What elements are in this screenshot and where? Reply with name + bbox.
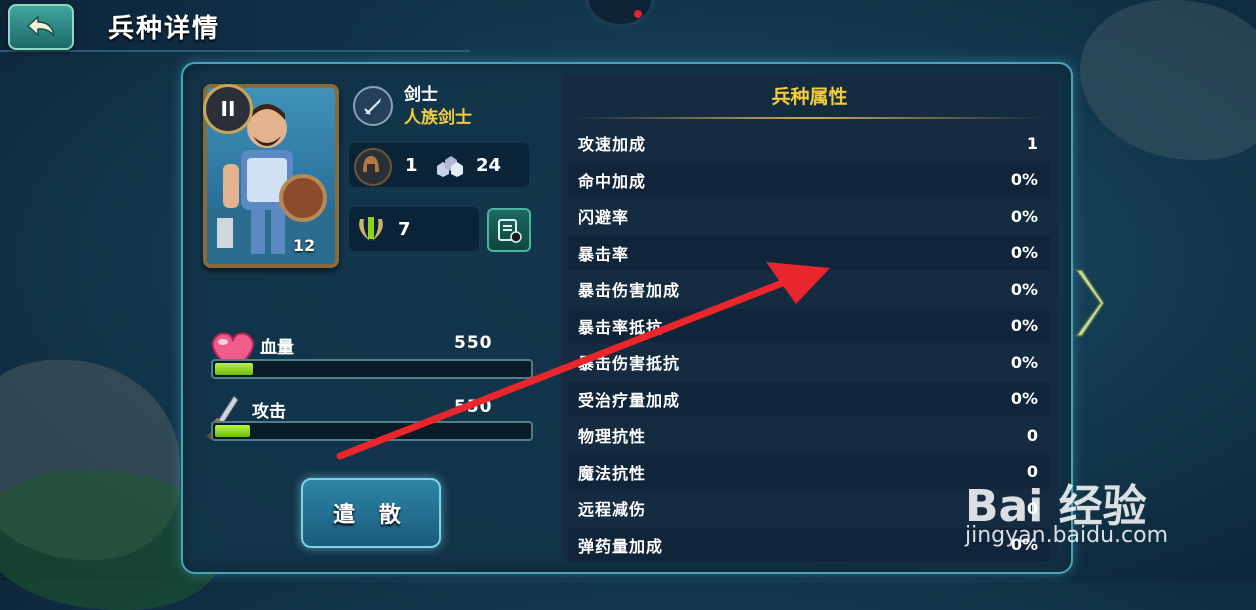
baidu-watermark-url: jingyan.baidu.com	[965, 523, 1169, 548]
